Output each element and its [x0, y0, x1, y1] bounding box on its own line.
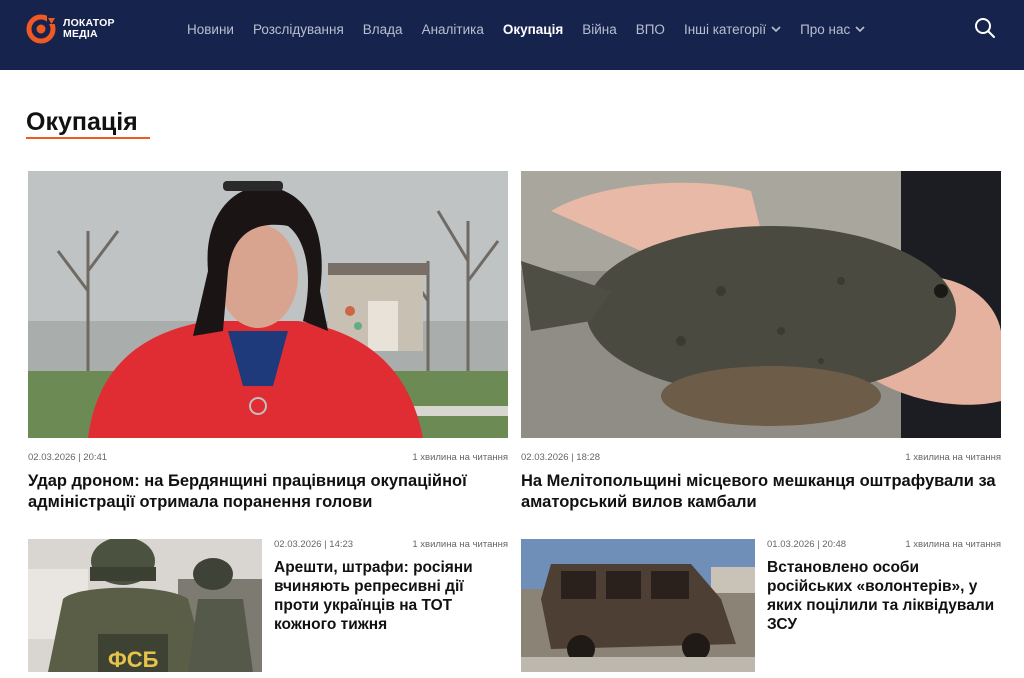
- nav-item-news[interactable]: Новини: [187, 22, 234, 37]
- article-date: 02.03.2026 | 20:41: [28, 452, 108, 463]
- nav-item-analytics[interactable]: Аналітика: [422, 22, 484, 37]
- nav-item-investigations[interactable]: Розслідування: [253, 22, 344, 37]
- title-underline: [26, 137, 150, 139]
- chevron-down-icon: [855, 25, 865, 32]
- article-card[interactable]: 01.03.2026 | 20:48 1 хвилина на читання …: [521, 539, 1001, 672]
- article-meta: 02.03.2026 | 20:41 1 хвилина на читання: [28, 452, 508, 463]
- nav-item-other-categories-label: Інші категорії: [683, 21, 767, 37]
- article-card[interactable]: ФСБ 02.03.2026 | 14:23 1 хвилина на чита…: [28, 539, 508, 672]
- article-read-time: 1 хвилина на читання: [905, 539, 1001, 550]
- article-title[interactable]: Арешти, штрафи: росіяни вчиняють репреси…: [274, 558, 508, 634]
- article-meta: 02.03.2026 | 18:28 1 хвилина на читання: [521, 452, 1001, 463]
- nav-item-about-label: Про нас: [800, 21, 851, 37]
- chevron-down-icon: [771, 25, 781, 32]
- article-title[interactable]: Встановлено особи російських «волонтерів…: [767, 558, 1001, 634]
- logo-icon: [26, 14, 57, 44]
- article-date: 01.03.2026 | 20:48: [767, 539, 847, 550]
- article-title[interactable]: Удар дроном: на Бердянщині працівниця ок…: [28, 471, 508, 513]
- article-read-time: 1 хвилина на читання: [905, 452, 1001, 463]
- article-photo-fsb: ФСБ: [28, 539, 262, 672]
- nav-item-about[interactable]: Про нас: [800, 22, 865, 37]
- nav-item-occupation[interactable]: Окупація: [503, 22, 563, 37]
- article-card-featured[interactable]: 02.03.2026 | 20:41 1 хвилина на читання …: [28, 171, 508, 513]
- article-read-time: 1 хвилина на читання: [412, 539, 508, 550]
- page-title: Окупація: [26, 108, 138, 136]
- article-image[interactable]: [521, 539, 755, 672]
- article-card-featured[interactable]: 02.03.2026 | 18:28 1 хвилина на читання …: [521, 171, 1001, 513]
- logo-line-2: МЕДІА: [63, 28, 98, 40]
- article-photo-woman: [28, 171, 508, 438]
- article-image[interactable]: [521, 171, 1001, 438]
- nav-item-war[interactable]: Війна: [582, 22, 617, 37]
- article-read-time: 1 хвилина на читання: [412, 452, 508, 463]
- article-body: 01.03.2026 | 20:48 1 хвилина на читання …: [767, 539, 1001, 634]
- article-image[interactable]: ФСБ: [28, 539, 262, 672]
- nav-item-government[interactable]: Влада: [363, 22, 403, 37]
- article-photo-burned-car: [521, 539, 755, 672]
- nav-item-idp[interactable]: ВПО: [636, 22, 665, 37]
- main-nav: Новини Розслідування Влада Аналітика Оку…: [187, 0, 884, 58]
- article-title[interactable]: На Мелітопольщині місцевого мешканця ошт…: [521, 471, 1001, 513]
- article-body: 02.03.2026 | 14:23 1 хвилина на читання …: [274, 539, 508, 634]
- article-meta: 02.03.2026 | 14:23 1 хвилина на читання: [274, 539, 508, 550]
- site-logo[interactable]: ЛОКАТОР МЕДІА: [25, 13, 115, 45]
- nav-item-other-categories[interactable]: Інші категорії: [684, 22, 781, 37]
- logo-text: ЛОКАТОР МЕДІА: [63, 18, 115, 40]
- article-meta: 01.03.2026 | 20:48 1 хвилина на читання: [767, 539, 1001, 550]
- site-header: ЛОКАТОР МЕДІА Новини Розслідування Влада…: [0, 0, 1024, 70]
- fsb-patch-text: ФСБ: [108, 647, 159, 672]
- article-date: 02.03.2026 | 18:28: [521, 452, 601, 463]
- article-image[interactable]: [28, 171, 508, 438]
- article-photo-flounder: [521, 171, 1001, 438]
- search-icon[interactable]: [974, 17, 996, 39]
- article-date: 02.03.2026 | 14:23: [274, 539, 354, 550]
